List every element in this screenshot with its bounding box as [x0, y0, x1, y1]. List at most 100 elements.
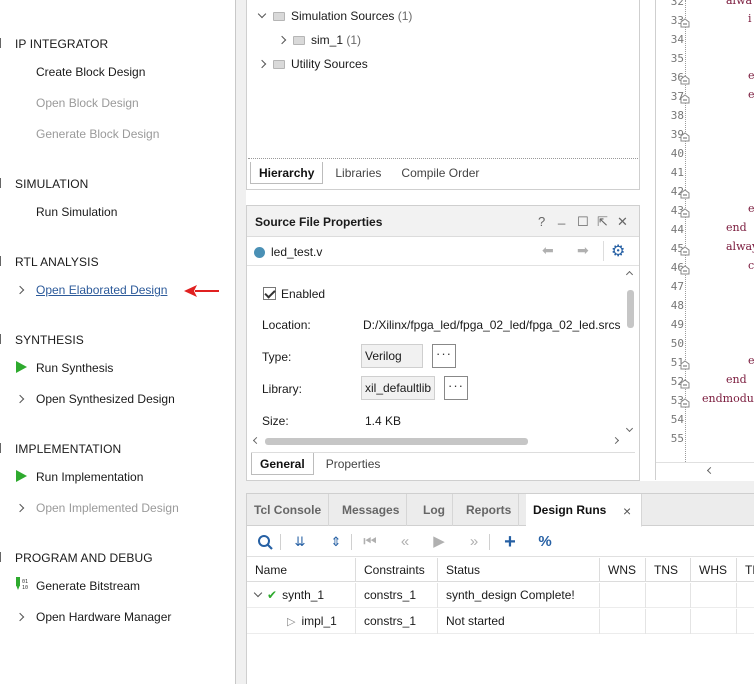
- expand-all-icon[interactable]: ⇕: [325, 532, 347, 552]
- tab-design-runs[interactable]: Design Runs ×: [526, 494, 642, 527]
- fold-marker-icon[interactable]: [680, 397, 690, 408]
- section-simulation[interactable]: SIMULATION: [15, 177, 88, 191]
- open-synthesized-design-item[interactable]: Open Synthesized Design: [36, 392, 175, 406]
- section-collapse-handle[interactable]: [0, 256, 8, 266]
- chevron-right-icon[interactable]: [15, 503, 25, 513]
- table-row[interactable]: ▷ impl_1 constrs_1 Not started: [247, 609, 754, 634]
- open-hardware-manager-item[interactable]: Open Hardware Manager: [36, 610, 171, 624]
- bitstream-icon[interactable]: 01 10: [16, 577, 30, 591]
- first-icon[interactable]: ⏮: [359, 532, 381, 552]
- open-elaborated-design-item[interactable]: Open Elaborated Design: [36, 283, 167, 297]
- column-tns[interactable]: TNS: [646, 558, 691, 582]
- section-rtl-analysis[interactable]: RTL ANALYSIS: [15, 255, 99, 269]
- chevron-down-icon[interactable]: [257, 9, 267, 19]
- vertical-scrollbar[interactable]: [624, 270, 637, 434]
- maximize-icon[interactable]: ☐: [577, 214, 589, 230]
- tab-reports[interactable]: Reports: [459, 494, 520, 526]
- fold-marker-icon[interactable]: [680, 131, 690, 142]
- code-editor[interactable]: 32 33 34 35 36 37 38 39 40 41 42 43 44 45 46 47 48 49 50 51…: [655, 0, 754, 480]
- float-icon[interactable]: ⇱: [597, 214, 608, 230]
- percent-icon[interactable]: %: [534, 532, 556, 552]
- column-name[interactable]: Name: [247, 558, 356, 582]
- tree-row-sim-1[interactable]: sim_1 (1): [277, 33, 361, 47]
- section-collapse-handle[interactable]: [0, 178, 8, 188]
- scroll-up-icon[interactable]: [625, 270, 634, 279]
- tab-properties[interactable]: Properties: [318, 453, 389, 475]
- fold-marker-icon[interactable]: [680, 188, 690, 199]
- close-tab-icon[interactable]: ×: [623, 495, 631, 527]
- fold-marker-icon[interactable]: [680, 359, 690, 370]
- panel-splitter[interactable]: [246, 481, 754, 493]
- scroll-thumb[interactable]: [627, 290, 634, 328]
- column-wns[interactable]: WNS: [600, 558, 646, 582]
- chevron-down-icon[interactable]: [253, 588, 263, 598]
- launch-icon[interactable]: ▶: [428, 532, 450, 552]
- chevron-right-icon[interactable]: [15, 285, 25, 295]
- editor-horizontal-scrollbar[interactable]: [656, 462, 754, 478]
- chevron-right-icon[interactable]: [15, 612, 25, 622]
- help-icon[interactable]: ?: [538, 214, 545, 229]
- forward-arrow-icon[interactable]: ➡: [577, 242, 589, 259]
- column-status[interactable]: Status: [438, 558, 600, 582]
- chevron-right-icon[interactable]: [257, 59, 267, 69]
- tab-messages[interactable]: Messages: [335, 494, 408, 526]
- section-collapse-handle[interactable]: [0, 334, 8, 344]
- fold-marker-icon[interactable]: [680, 378, 690, 389]
- collapse-all-icon[interactable]: ⇊: [289, 532, 311, 552]
- section-collapse-handle[interactable]: [0, 552, 8, 562]
- previous-icon[interactable]: «: [394, 532, 416, 552]
- open-implemented-design-item[interactable]: Open Implemented Design: [36, 501, 179, 515]
- minimize-icon[interactable]: _: [558, 210, 565, 225]
- scroll-down-icon[interactable]: [625, 424, 634, 433]
- chevron-right-icon[interactable]: [277, 35, 287, 45]
- column-whs[interactable]: WHS: [691, 558, 737, 582]
- column-ths[interactable]: TH: [737, 558, 754, 582]
- tab-tcl-console[interactable]: Tcl Console: [247, 494, 330, 526]
- column-constraints[interactable]: Constraints: [356, 558, 438, 582]
- run-play-icon[interactable]: [16, 470, 27, 482]
- section-synthesis[interactable]: SYNTHESIS: [15, 333, 84, 347]
- open-block-design-item[interactable]: Open Block Design: [36, 96, 139, 110]
- chevron-right-icon[interactable]: [15, 394, 25, 404]
- panel-splitter[interactable]: [236, 0, 246, 684]
- section-implementation[interactable]: IMPLEMENTATION: [15, 442, 121, 456]
- section-program-and-debug[interactable]: PROGRAM AND DEBUG: [15, 551, 153, 565]
- fold-marker-icon[interactable]: [680, 245, 690, 256]
- library-more-button[interactable]: ···: [444, 376, 468, 400]
- scroll-thumb[interactable]: [265, 438, 528, 445]
- tree-row-utility-sources[interactable]: Utility Sources: [257, 57, 368, 71]
- horizontal-scrollbar[interactable]: [251, 435, 625, 447]
- fold-marker-icon[interactable]: [680, 207, 690, 218]
- tab-log[interactable]: Log: [416, 494, 453, 526]
- tab-compile-order[interactable]: Compile Order: [393, 162, 487, 184]
- generate-block-design-item[interactable]: Generate Block Design: [36, 127, 159, 141]
- fold-marker-icon[interactable]: [680, 93, 690, 104]
- table-row[interactable]: ✔ synth_1 constrs_1 synth_design Complete…: [247, 583, 754, 608]
- tree-row-simulation-sources[interactable]: Simulation Sources (1): [257, 9, 412, 23]
- tab-libraries[interactable]: Libraries: [327, 162, 389, 184]
- run-implementation-item[interactable]: Run Implementation: [36, 470, 143, 484]
- section-ip-integrator[interactable]: IP INTEGRATOR: [15, 37, 108, 51]
- section-collapse-handle[interactable]: [0, 443, 8, 453]
- enabled-checkbox[interactable]: [263, 287, 276, 300]
- scroll-left-icon[interactable]: [706, 466, 715, 475]
- scroll-right-icon[interactable]: [611, 436, 620, 445]
- fold-marker-icon[interactable]: [680, 74, 690, 85]
- run-synthesis-item[interactable]: Run Synthesis: [36, 361, 113, 375]
- next-icon[interactable]: »: [463, 532, 485, 552]
- search-icon[interactable]: [254, 532, 276, 552]
- run-play-icon[interactable]: [16, 361, 27, 373]
- tab-hierarchy[interactable]: Hierarchy: [250, 162, 324, 184]
- tab-general[interactable]: General: [251, 453, 314, 475]
- run-simulation-item[interactable]: Run Simulation: [36, 205, 117, 219]
- fold-marker-icon[interactable]: [680, 17, 690, 28]
- back-arrow-icon[interactable]: ⬅: [542, 242, 554, 259]
- gear-icon[interactable]: ⚙: [611, 241, 625, 261]
- close-icon[interactable]: ✕: [617, 214, 628, 230]
- type-more-button[interactable]: ···: [432, 344, 456, 368]
- fold-marker-icon[interactable]: [680, 264, 690, 275]
- add-run-icon[interactable]: +: [499, 532, 521, 552]
- generate-bitstream-item[interactable]: Generate Bitstream: [36, 579, 140, 593]
- scroll-left-icon[interactable]: [252, 436, 261, 445]
- section-collapse-handle[interactable]: [0, 38, 8, 48]
